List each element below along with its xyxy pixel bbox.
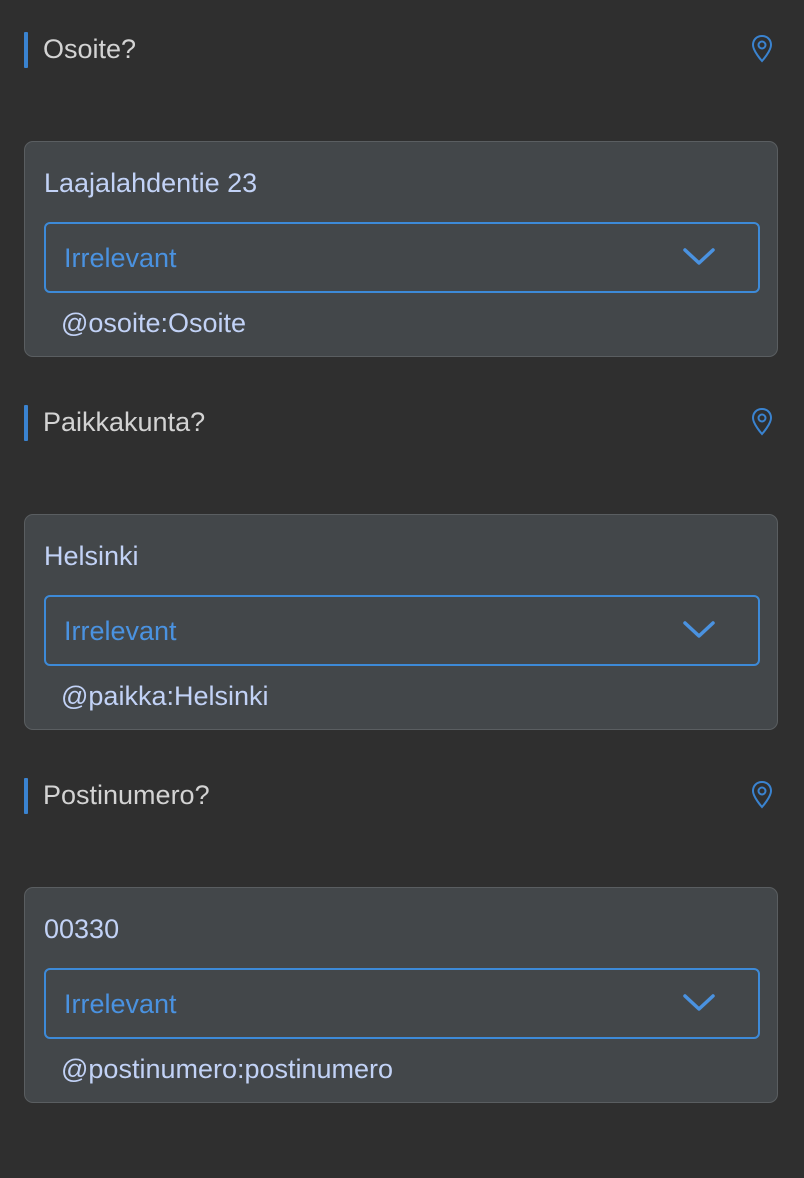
relevance-select[interactable]: Irrelevant	[44, 595, 760, 666]
answer-value: Helsinki	[44, 541, 139, 571]
variable-label: @osoite:Osoite	[61, 308, 246, 338]
relevance-select[interactable]: Irrelevant	[44, 222, 760, 293]
chevron-down-icon	[682, 619, 716, 641]
question-accent-bar	[24, 32, 28, 68]
relevance-select[interactable]: Irrelevant	[44, 968, 760, 1039]
select-value: Irrelevant	[64, 616, 177, 646]
answer-card: 00330 Irrelevant @postinumero:postinumer…	[24, 887, 778, 1103]
question-row: Paikkakunta?	[24, 401, 780, 441]
question-accent-bar	[24, 405, 28, 441]
select-value: Irrelevant	[64, 243, 177, 273]
field-postinumero: Postinumero? 00330 Irrelevant @postinume…	[24, 774, 780, 1103]
field-paikkakunta: Paikkakunta? Helsinki Irrelevant @paikka…	[24, 401, 780, 730]
question-label: Postinumero?	[43, 780, 210, 810]
chevron-down-icon	[682, 246, 716, 268]
location-pin-icon[interactable]	[750, 34, 774, 64]
answer-card: Laajalahdentie 23 Irrelevant @osoite:Oso…	[24, 141, 778, 357]
answer-value: 00330	[44, 914, 120, 944]
answer-value: Laajalahdentie 23	[44, 168, 258, 198]
answer-card: Helsinki Irrelevant @paikka:Helsinki	[24, 514, 778, 730]
location-pin-icon[interactable]	[750, 407, 774, 437]
question-row: Postinumero?	[24, 774, 780, 814]
field-osoite: Osoite? Laajalahdentie 23 Irrelevant @os…	[24, 28, 780, 357]
variable-label: @postinumero:postinumero	[61, 1054, 394, 1084]
location-pin-icon[interactable]	[750, 780, 774, 810]
variable-label: @paikka:Helsinki	[61, 681, 269, 711]
form-page: Osoite? Laajalahdentie 23 Irrelevant @os…	[0, 0, 804, 1178]
select-value: Irrelevant	[64, 989, 177, 1019]
question-label: Osoite?	[43, 34, 137, 64]
question-label: Paikkakunta?	[43, 407, 206, 437]
question-accent-bar	[24, 778, 28, 814]
chevron-down-icon	[682, 992, 716, 1014]
question-row: Osoite?	[24, 28, 780, 68]
